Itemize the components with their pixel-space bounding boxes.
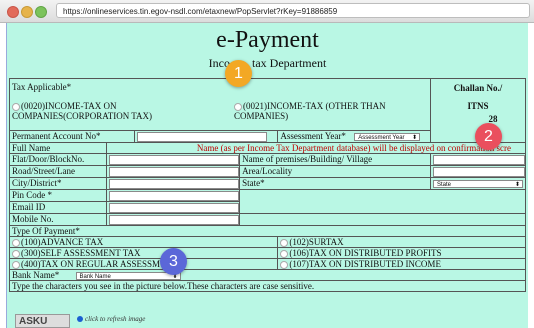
epayment-page: e-Payment Inco tax Department Tax Applica… — [6, 23, 528, 328]
payment-106[interactable]: (106)TAX ON DISTRIBUTED PROFITS — [277, 246, 526, 259]
bank-label: Bank Name* — [12, 269, 60, 280]
payment-type-label: Type Of Payment* — [9, 224, 526, 237]
city-input-cell — [106, 176, 241, 190]
pin-label: Pin Code * — [8, 188, 108, 202]
payment-102[interactable]: (102)SURTAX — [277, 235, 526, 248]
tax-applicable-label: Tax Applicable* — [12, 82, 72, 92]
refresh-icon[interactable] — [77, 316, 83, 323]
full-name-note: Name (as per Income Tax Department datab… — [106, 141, 526, 154]
state-select[interactable]: State ⬍ — [432, 180, 523, 189]
title-bar: https://onlineservices.tin.egov-nsdl.com… — [0, 0, 534, 23]
mobile-label: Mobile No. — [8, 212, 108, 226]
area-input[interactable] — [432, 166, 525, 177]
mobile-input-cell — [106, 212, 241, 226]
road-input[interactable] — [109, 166, 240, 177]
assessment-year-select[interactable]: Assessment Year ⬍ — [354, 133, 421, 142]
tax-option-0021-label: (0021)INCOME-TAX (OTHER THAN COMPANIES) — [234, 101, 386, 121]
maximize-window-icon[interactable] — [35, 6, 47, 18]
state-select-cell: State ⬍ — [429, 176, 527, 190]
address-blank-cell — [239, 188, 526, 214]
payment-102-label: (102)SURTAX — [289, 236, 344, 247]
payment-400-label: (400)TAX ON REGULAR ASSESSM — [21, 258, 161, 269]
road-input-cell — [106, 164, 241, 178]
payment-100-label: (100)ADVANCE TAX — [21, 236, 104, 247]
radio-400[interactable] — [12, 260, 20, 269]
pan-label: Permanent Account No* — [8, 130, 136, 143]
bank-row: Bank Name* Bank Name ⬍ — [9, 268, 526, 281]
page-subtitle: Inco tax Department — [7, 56, 528, 71]
address-bar[interactable]: https://onlineservices.tin.egov-nsdl.com… — [56, 3, 530, 18]
tax-applicable-cell: Tax Applicable* (0020)INCOME-TAX ON COMP… — [9, 78, 431, 131]
refresh-captcha-label: click to refresh image — [85, 315, 146, 323]
radio-100[interactable] — [12, 238, 20, 247]
challan-form: Tax Applicable* (0020)INCOME-TAX ON COMP… — [8, 78, 527, 292]
radio-102[interactable] — [280, 238, 289, 247]
bank-value: Bank Name — [79, 273, 111, 280]
pan-input[interactable] — [137, 131, 268, 142]
area-label: Area/Locality — [239, 164, 431, 178]
bank-select[interactable]: Bank Name ⬍ — [75, 271, 181, 280]
state-value: State — [436, 182, 451, 189]
browser-window: https://onlineservices.tin.egov-nsdl.com… — [0, 0, 534, 328]
tax-option-0020[interactable]: (0020)INCOME-TAX ON COMPANIES(CORPORATIO… — [12, 101, 234, 121]
captcha-instruction: Type the characters you see in the pictu… — [9, 279, 526, 292]
itns-number: 28 — [488, 114, 498, 124]
page-viewport: e-Payment Inco tax Department Tax Applica… — [0, 23, 534, 328]
callout-badge-3: 3 — [160, 248, 187, 275]
radio-300[interactable] — [12, 249, 20, 258]
challan-label: Challan No./ — [453, 83, 503, 93]
radio-0020[interactable] — [12, 102, 20, 111]
payment-300[interactable]: (300)SELF ASSESSMENT TAX — [8, 246, 279, 259]
payment-300-label: (300)SELF ASSESSMENT TAX — [21, 247, 141, 258]
captcha-image: ASKU — [15, 314, 70, 328]
state-label: State* — [239, 176, 431, 190]
callout-badge-2: 2 — [475, 123, 502, 150]
payment-400[interactable]: (400)TAX ON REGULAR ASSESSM — [8, 257, 279, 270]
radio-0021[interactable] — [234, 102, 242, 111]
select-caret-icon: ⬍ — [412, 135, 418, 142]
assessment-cell: Assessment Year* Assessment Year ⬍ — [277, 130, 431, 143]
payment-106-label: (106)TAX ON DISTRIBUTED PROFITS — [289, 247, 442, 258]
email-input-cell — [106, 200, 241, 214]
tax-option-0021[interactable]: (0021)INCOME-TAX (OTHER THAN COMPANIES) — [234, 101, 394, 121]
flat-input-cell — [106, 152, 241, 166]
premises-input-cell — [429, 152, 527, 166]
radio-106[interactable] — [280, 249, 289, 258]
mobile-blank-cell — [239, 212, 526, 226]
payment-107[interactable]: (107)TAX ON DISTRIBUTED INCOME — [277, 257, 526, 270]
assessment-year-label: Assessment Year* — [280, 131, 346, 142]
email-input[interactable] — [109, 202, 240, 213]
flat-input[interactable] — [109, 154, 240, 165]
state-caret-icon: ⬍ — [514, 182, 520, 189]
subtitle-right: tax Department — [252, 56, 327, 70]
callout-badge-1: 1 — [225, 60, 252, 87]
payment-107-label: (107)TAX ON DISTRIBUTED INCOME — [289, 258, 441, 269]
minimize-window-icon[interactable] — [21, 6, 33, 18]
road-label: Road/Street/Lane — [8, 164, 108, 178]
full-name-label: Full Name — [8, 141, 108, 154]
payment-100[interactable]: (100)ADVANCE TAX — [8, 235, 279, 248]
premises-input[interactable] — [432, 154, 525, 165]
itns-label: ITNS — [467, 101, 489, 111]
email-label: Email ID — [8, 200, 108, 214]
pin-input[interactable] — [109, 190, 240, 201]
refresh-captcha-link[interactable]: click to refresh image — [77, 315, 145, 323]
pan-input-cell — [134, 130, 279, 143]
pin-input-cell — [106, 188, 241, 202]
premises-label: Name of premises/Building/ Village — [239, 152, 431, 166]
area-input-cell — [429, 164, 527, 178]
flat-label: Flat/Door/BlockNo. — [8, 152, 108, 166]
mobile-input[interactable] — [109, 214, 240, 225]
radio-107[interactable] — [280, 260, 289, 269]
assessment-year-value: Assessment Year — [358, 135, 405, 142]
tax-option-0020-label: (0020)INCOME-TAX ON COMPANIES(CORPORATIO… — [12, 101, 153, 121]
page-title: e-Payment — [216, 27, 319, 53]
city-input[interactable] — [109, 178, 240, 189]
city-label: City/District* — [8, 176, 108, 190]
close-window-icon[interactable] — [7, 6, 19, 18]
